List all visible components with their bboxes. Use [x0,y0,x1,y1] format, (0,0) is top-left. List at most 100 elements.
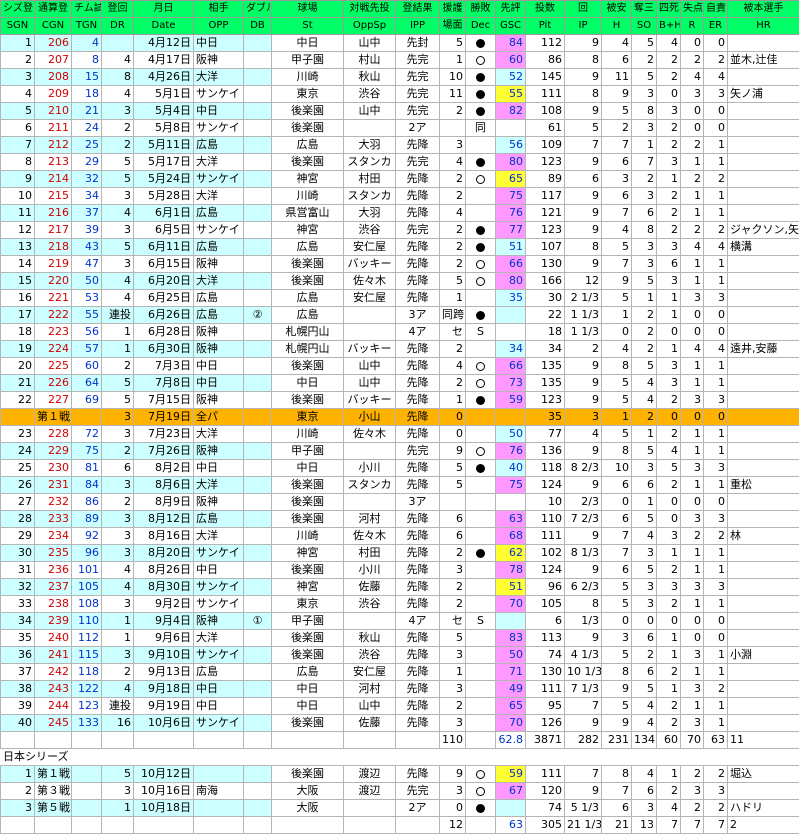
dr-cell: 2 [102,494,134,511]
table-row: 282338938月12日広島後楽園河村先降6631107 2/365033 [1,511,799,528]
column-header: 援護 [440,1,466,18]
r-cell: 3 [681,783,704,800]
sup-cell: 2 [440,222,466,239]
opp-cell: 中日 [194,375,244,392]
db-cell [244,630,272,647]
cgn-cell: 223 [35,324,72,341]
ipp-cell: 先降 [396,664,440,681]
sgn-cell: 20 [1,358,35,375]
tgn-cell: 115 [72,647,102,664]
column-header: 投数 [526,1,565,18]
ip-cell: 9 [565,630,602,647]
so-total-cell: 134 [632,732,657,749]
r-cell: 2 [681,528,704,545]
ipp-cell: 先降 [396,477,440,494]
r-cell: 1 [681,205,704,222]
pit-cell: 35 [526,409,565,426]
opp-cell: 阪神 [194,392,244,409]
pit-cell: 105 [526,596,565,613]
ipp-cell: 2ア [396,800,440,817]
tgn-cell: 86 [72,494,102,511]
bh-cell: 2 [657,715,681,732]
er-cell: 1 [704,698,728,715]
er-cell: 2 [704,171,728,188]
opp-cell: 広島 [194,511,244,528]
tgn-cell: 55 [72,307,102,324]
db-cell [244,256,272,273]
r-cell: 1 [681,375,704,392]
dr-cell: 4 [102,579,134,596]
so-cell: 5 [632,35,657,52]
opp-cell: 中日 [194,35,244,52]
decision-cell [466,86,496,103]
gsc-cell: 75 [496,477,526,494]
dr-cell: 1 [102,324,134,341]
sup-cell: 4 [440,205,466,222]
st-cell: 甲子園 [272,613,344,630]
decision-cell [466,358,496,375]
so-cell: 1 [632,137,657,154]
ipp-cell: 先降 [396,256,440,273]
sup-cell: 2 [440,188,466,205]
cgn-cell: 207 [35,52,72,69]
st-cell: 広島 [272,239,344,256]
db-cell [244,222,272,239]
cgn-cell: 235 [35,545,72,562]
pit-cell: 10 [526,494,565,511]
table-row: 182235616月28日阪神札幌円山4アセS181 1/302000 [1,324,799,341]
cgn-cell: 229 [35,443,72,460]
ip-cell: 9 [565,154,602,171]
hr-cell [728,409,799,426]
hr-cell [728,562,799,579]
st-cell: 神宮 [272,579,344,596]
h-cell: 6 [602,562,632,579]
gsc-cell [496,409,526,426]
st-cell: 川崎 [272,426,344,443]
ipp-cell: 先完 [396,443,440,460]
table-row: 3323810839月2日サンケイ東京渋谷先降270105853211 [1,596,799,613]
hr-cell: 重松 [728,477,799,494]
bh-cell: 3 [657,273,681,290]
sup-cell: 0 [440,409,466,426]
dr-cell: 5 [102,239,134,256]
gsc-cell: 65 [496,698,526,715]
st-cell: 中日 [272,375,344,392]
ip-cell: 7 [565,766,602,783]
opp-cell [194,766,244,783]
hr-cell [728,188,799,205]
ipp-cell: 先降 [396,273,440,290]
table-row: 3524011219月6日大洋後楽園秋山先降583113936100 [1,630,799,647]
ip-total-cell: 21 1/3 [565,817,602,834]
decision-cell [466,596,496,613]
table-row: 3824312249月18日中日中日河村先降3491117 1/395132 [1,681,799,698]
opp-cell: 中日 [194,698,244,715]
hr-cell [728,426,799,443]
st-cell: 後楽園 [272,273,344,290]
opp-cell: 広島 [194,239,244,256]
oppsp-cell: 秋山 [344,630,396,647]
opp-cell: 広島 [194,307,244,324]
sup-cell: 4 [440,358,466,375]
db-cell [244,341,272,358]
column-header: 被本選手 [728,1,799,18]
er-cell: 1 [704,358,728,375]
dec-total-cell [466,817,496,834]
ipp-cell: 先降 [396,171,440,188]
oppsp-cell: 山中 [344,698,396,715]
ipp-cell: 先完 [396,154,440,171]
table-row: 3724211829月13日広島広島安仁屋先降17113010 1/386211 [1,664,799,681]
opp-cell: サンケイ [194,222,244,239]
sup-cell: 3 [440,562,466,579]
sgn-cell: 18 [1,324,35,341]
date-cell: 7月15日 [134,392,194,409]
st-cell: 広島 [272,664,344,681]
table-row: 202256027月3日中日後楽園山中先降466135985311 [1,358,799,375]
table-row: 142194736月15日阪神後楽園バッキー先降266130973611 [1,256,799,273]
er-cell: 1 [704,715,728,732]
ipp-cell: 先降 [396,647,440,664]
so-total-cell: 13 [632,817,657,834]
column-header: Pit [526,18,565,35]
hr-cell [728,715,799,732]
gsc-cell: 59 [496,392,526,409]
decision-cell [466,239,496,256]
